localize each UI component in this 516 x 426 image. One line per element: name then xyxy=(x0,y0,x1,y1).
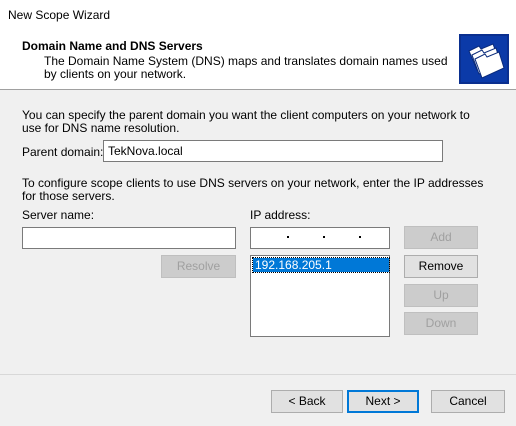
next-button[interactable]: Next > xyxy=(347,390,419,413)
header-title: Domain Name and DNS Servers xyxy=(22,39,203,53)
add-button[interactable]: Add xyxy=(404,226,478,249)
folder-stack-icon xyxy=(459,34,509,84)
list-item[interactable]: 192.168.205.1 xyxy=(252,257,390,273)
header-description: The Domain Name System (DNS) maps and tr… xyxy=(44,54,448,81)
parent-domain-intro: You can specify the parent domain you wa… xyxy=(22,108,470,135)
title-bar: New Scope Wizard xyxy=(0,0,516,30)
dns-servers-intro: To configure scope clients to use DNS se… xyxy=(22,176,484,203)
server-name-label: Server name: xyxy=(22,208,95,222)
ip-address-list[interactable]: 192.168.205.1 xyxy=(250,255,390,337)
ip-address-label: IP address: xyxy=(250,208,311,222)
footer-divider xyxy=(0,374,516,375)
resolve-button[interactable]: Resolve xyxy=(161,255,236,278)
cancel-button[interactable]: Cancel xyxy=(431,390,505,413)
parent-domain-label: Parent domain: xyxy=(22,145,104,159)
up-button[interactable]: Up xyxy=(404,284,478,307)
ip-address-input[interactable] xyxy=(250,227,390,249)
window-title: New Scope Wizard xyxy=(8,8,111,22)
back-button[interactable]: < Back xyxy=(271,390,343,413)
remove-button[interactable]: Remove xyxy=(404,255,478,278)
ip-octet-separators xyxy=(287,236,383,240)
down-button[interactable]: Down xyxy=(404,312,478,335)
wizard-header: Domain Name and DNS Servers The Domain N… xyxy=(0,30,516,90)
parent-domain-input[interactable]: TekNova.local xyxy=(103,140,443,162)
server-name-input[interactable] xyxy=(22,227,236,249)
